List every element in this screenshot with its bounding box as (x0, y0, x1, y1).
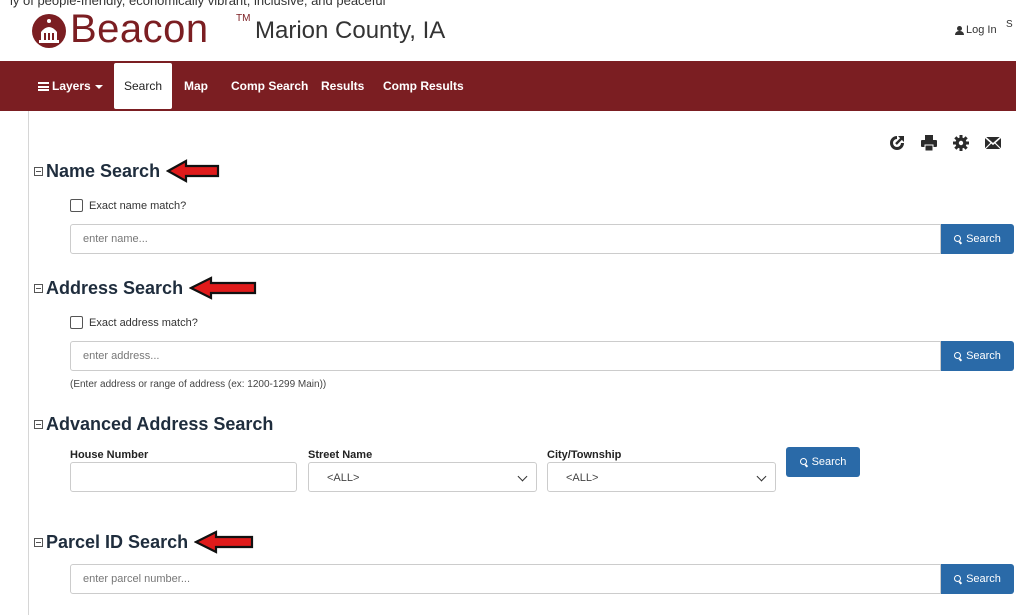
share-icon[interactable] (888, 134, 906, 152)
arrow-left-icon (189, 276, 257, 300)
search-icon (954, 574, 963, 584)
address-search-button[interactable]: Search (941, 341, 1014, 371)
arrow-left-icon (166, 159, 220, 183)
street-name-select[interactable]: <ALL> (308, 462, 537, 492)
county-name: Marion County, IA (255, 17, 446, 44)
parcel-search-input[interactable] (70, 564, 941, 594)
toolbar (888, 134, 1002, 152)
city-township-value: <ALL> (566, 472, 599, 484)
envelope-icon[interactable] (984, 134, 1002, 152)
search-icon (799, 457, 809, 467)
exact-name-checkbox[interactable] (70, 199, 83, 212)
user-icon (955, 25, 964, 35)
collapse-icon[interactable] (34, 537, 43, 547)
advanced-search-header[interactable]: Advanced Address Search (34, 414, 273, 435)
advanced-search-button-label: Search (811, 456, 847, 468)
main-navbar: Layers Search Map Comp Search Results Co… (0, 61, 1016, 111)
search-icon (954, 351, 963, 361)
parcel-search-title: Parcel ID Search (46, 531, 189, 552)
name-search-button-label: Search (966, 233, 1001, 245)
exact-address-label: Exact address match? (89, 316, 198, 329)
advanced-search-title: Advanced Address Search (46, 414, 274, 434)
parcel-search-header[interactable]: Parcel ID Search (34, 530, 256, 554)
nav-results[interactable]: Results (321, 61, 364, 111)
house-number-input[interactable] (70, 462, 297, 492)
city-township-label: City/Township (547, 449, 622, 461)
exact-address-checkbox[interactable] (70, 316, 83, 329)
collapse-icon[interactable] (34, 283, 43, 293)
city-township-select[interactable]: <ALL> (547, 462, 776, 492)
gear-icon[interactable] (952, 134, 970, 152)
cut-off-link[interactable]: S (1006, 20, 1013, 30)
collapse-icon[interactable] (34, 420, 43, 429)
nav-map[interactable]: Map (184, 61, 208, 111)
name-search-header[interactable]: Name Search (34, 159, 222, 183)
login-link[interactable]: Log In (955, 24, 997, 36)
layers-menu[interactable]: Layers (38, 61, 103, 111)
exact-name-checkbox-row[interactable]: Exact name match? (70, 199, 186, 212)
nav-search[interactable]: Search (114, 63, 173, 109)
caret-down-icon (94, 84, 103, 89)
brand-name: Beacon (70, 7, 209, 51)
layers-label: Layers (52, 79, 91, 93)
left-divider (28, 111, 29, 615)
parcel-search-button[interactable]: Search (941, 564, 1014, 594)
address-search-header[interactable]: Address Search (34, 276, 259, 300)
name-search-button[interactable]: Search (941, 224, 1014, 254)
address-search-button-label: Search (966, 350, 1001, 362)
address-search-input[interactable] (70, 341, 941, 371)
nav-comp-search[interactable]: Comp Search (231, 61, 308, 111)
print-icon[interactable] (920, 134, 938, 152)
collapse-icon[interactable] (34, 166, 43, 176)
advanced-search-button[interactable]: Search (786, 447, 860, 477)
street-name-label: Street Name (308, 449, 373, 461)
name-search-title: Name Search (46, 160, 161, 181)
name-search-input[interactable] (70, 224, 941, 254)
trademark: TM (236, 13, 251, 24)
parcel-search-button-label: Search (966, 573, 1001, 585)
street-name-value: <ALL> (327, 472, 360, 484)
arrow-left-icon (194, 530, 254, 554)
house-number-label: House Number (70, 449, 149, 461)
chevron-down-icon (517, 471, 528, 482)
layers-icon (38, 82, 49, 92)
search-icon (954, 234, 963, 244)
nav-comp-results[interactable]: Comp Results (383, 61, 464, 111)
login-label: Log In (966, 24, 997, 36)
chevron-down-icon (756, 471, 767, 482)
address-search-title: Address Search (46, 277, 184, 298)
site-header: Beacon TM Marion County, IA Log In S (0, 7, 1016, 52)
exact-name-label: Exact name match? (89, 199, 187, 212)
exact-address-checkbox-row[interactable]: Exact address match? (70, 316, 198, 329)
address-hint: (Enter address or range of address (ex: … (70, 379, 327, 390)
capitol-logo-icon (32, 14, 66, 48)
